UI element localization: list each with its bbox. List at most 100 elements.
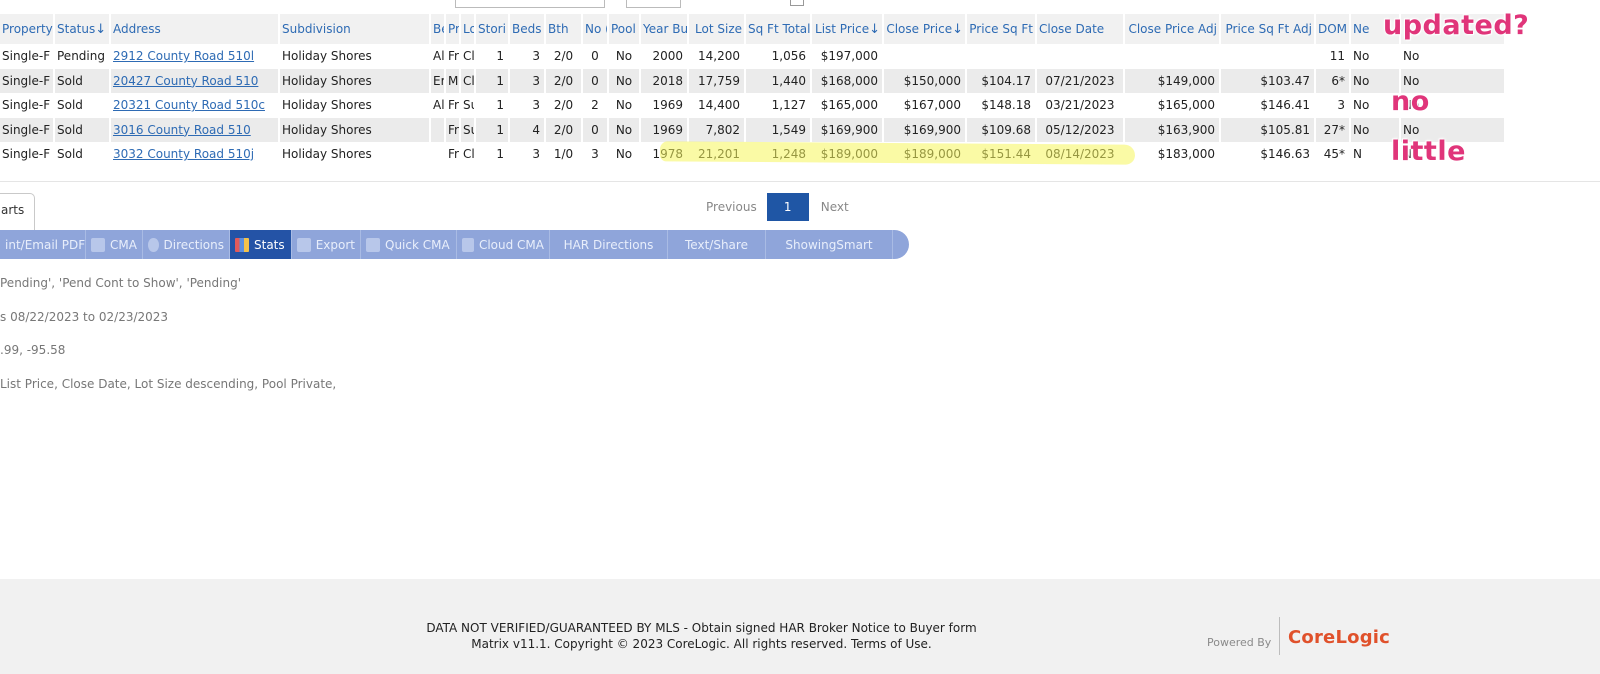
address-link[interactable]: 20427 County Road 510 <box>113 74 258 88</box>
display-select[interactable] <box>455 0 605 8</box>
column-header[interactable]: Property <box>0 14 55 44</box>
table-cell: $189,000 <box>903 147 961 162</box>
current-page-button[interactable]: 1 <box>766 193 809 221</box>
table-cell: 1 <box>475 68 509 93</box>
annotation-updated: updated? <box>1383 10 1530 41</box>
column-header[interactable]: Close Price Adj <box>1124 14 1221 44</box>
address-link[interactable]: 20321 County Road 510c <box>113 98 265 112</box>
table-cell: $109.68 <box>966 117 1036 142</box>
table-cell: Al <box>433 98 445 113</box>
tab-charts[interactable]: arts <box>0 193 35 230</box>
address-link[interactable]: 2912 County Road 510l <box>113 49 254 63</box>
results-table: PropertyStatus↓AddressSubdivisionBePrLoS… <box>0 14 1506 167</box>
column-header[interactable]: DOM <box>1315 14 1351 44</box>
column-header-label: List Price <box>815 21 870 36</box>
footer-copyright[interactable]: Matrix v11.1. Copyright © 2023 CoreLogic… <box>0 636 1403 652</box>
column-header[interactable]: Sq Ft Total <box>745 14 812 44</box>
table-cell: $148.18 <box>981 98 1031 113</box>
table-cell: Single-F <box>2 147 51 162</box>
column-header[interactable]: Status↓ <box>54 14 111 44</box>
next-page-link[interactable]: Next <box>821 200 849 214</box>
table-cell: $151.44 <box>981 147 1031 162</box>
table-cell: 1 <box>496 49 504 64</box>
column-header[interactable]: Price Sq Ft Adj <box>1220 14 1316 44</box>
toolbar-checkbox[interactable] <box>790 0 804 6</box>
table-cell: Sold <box>54 68 110 93</box>
column-header[interactable]: Subdivision <box>279 14 431 44</box>
table-cell: 1,056 <box>771 49 806 64</box>
table-header-row: PropertyStatus↓AddressSubdivisionBePrLoS… <box>0 14 1506 44</box>
column-header[interactable]: Pool <box>608 14 641 44</box>
column-header[interactable]: Year Bu <box>640 14 689 44</box>
column-header-label: Lot Size <box>695 22 742 36</box>
table-cell: 3016 County Road 510 <box>110 117 279 142</box>
table-cell: $150,000 <box>883 68 966 93</box>
table-row[interactable]: Single-F Sold 3016 County Road 510 Holiday … <box>0 117 1505 142</box>
column-header[interactable]: Pr <box>445 14 461 44</box>
action-quick-cma-button[interactable]: Quick CMA <box>361 230 457 259</box>
table-cell: 21,201 <box>698 147 740 162</box>
address-link[interactable]: 3032 County Road 510j <box>113 147 254 161</box>
table-cell <box>1124 44 1220 69</box>
document-icon <box>91 237 105 252</box>
table-row[interactable]: Single-F Pending 2912 County Road 510l Holi… <box>0 44 1505 69</box>
column-header[interactable]: Price Sq Ft <box>966 14 1037 44</box>
table-cell: 1978 <box>652 147 683 162</box>
action-export-button[interactable]: Export <box>292 230 361 259</box>
action-stats-button[interactable]: Stats <box>230 230 292 259</box>
action-int-email-pdf-button[interactable]: int/Email PDF <box>0 230 86 259</box>
table-cell: 3 <box>532 98 540 113</box>
table-cell: 17,759 <box>688 68 745 93</box>
column-header[interactable]: Lo <box>460 14 476 44</box>
column-header-label: Status <box>57 21 96 36</box>
table-cell: 1 <box>496 98 504 113</box>
table-cell: Single-F <box>0 68 54 93</box>
action-label: ShowingSmart <box>785 237 873 252</box>
table-row[interactable]: Single-F Sold 20321 County Road 510c Holida… <box>0 93 1505 118</box>
action-showingsmart-button[interactable]: ShowingSmart <box>766 230 893 259</box>
column-header[interactable]: Address <box>110 14 280 44</box>
table-cell: 2/0 <box>553 49 574 64</box>
table-cell: Single-F <box>0 117 54 142</box>
action-cma-button[interactable]: CMA <box>86 230 143 259</box>
column-header[interactable]: Beds <box>509 14 546 44</box>
table-cell: No <box>615 147 633 162</box>
previous-page-link[interactable]: Previous <box>706 200 757 214</box>
column-header-label: Address <box>113 22 161 36</box>
column-header[interactable]: Be <box>430 14 446 44</box>
action-cloud-cma-button[interactable]: Cloud CMA <box>457 230 550 259</box>
table-cell: Holiday Shores <box>279 117 430 142</box>
action-label: HAR Directions <box>563 237 654 252</box>
table-cell: 6* <box>1315 68 1350 93</box>
sort-down-arrow-icon[interactable]: ↓ <box>95 22 106 37</box>
column-header[interactable]: Lot Size <box>688 14 746 44</box>
table-row[interactable]: Single-F Sold 3032 County Road 510j Holiday… <box>0 142 1505 167</box>
action-text-share-button[interactable]: Text/Share <box>668 230 766 259</box>
table-cell: 20321 County Road 510c <box>110 93 279 118</box>
per-page-select[interactable] <box>626 0 681 8</box>
column-header[interactable]: Stori <box>475 14 510 44</box>
column-header[interactable]: Close Price↓ <box>883 14 967 44</box>
table-cell: 2/0 <box>553 98 574 113</box>
address-link[interactable]: 3016 County Road 510 <box>113 123 251 137</box>
sort-down-arrow-icon[interactable]: ↓ <box>869 22 880 37</box>
column-header[interactable]: List Price↓ <box>811 14 884 44</box>
export-icon <box>297 237 311 252</box>
action-directions-button[interactable]: Directions <box>143 230 230 259</box>
action-label: Text/Share <box>685 237 748 252</box>
table-cell: 0 <box>582 68 608 93</box>
table-cell: 2018 <box>640 68 688 93</box>
column-header[interactable]: Bth <box>545 14 583 44</box>
column-header-label: Year Bu <box>643 22 688 36</box>
table-cell: $104.17 <box>966 68 1036 93</box>
column-header[interactable]: Close Date <box>1036 14 1125 44</box>
column-header-label: Price Sq Ft Adj <box>1225 22 1312 36</box>
table-cell <box>883 44 966 69</box>
action-har-directions-button[interactable]: HAR Directions <box>550 230 668 259</box>
table-row[interactable]: Single-F Sold 20427 County Road 510 Holiday… <box>0 68 1505 93</box>
column-header-label: Pool <box>611 22 636 36</box>
criteria-sort: List Price, Close Date, Lot Size descend… <box>0 377 337 391</box>
sort-down-arrow-icon[interactable]: ↓ <box>952 22 963 37</box>
table-cell <box>1220 44 1315 69</box>
column-header[interactable]: No ( <box>582 14 609 44</box>
